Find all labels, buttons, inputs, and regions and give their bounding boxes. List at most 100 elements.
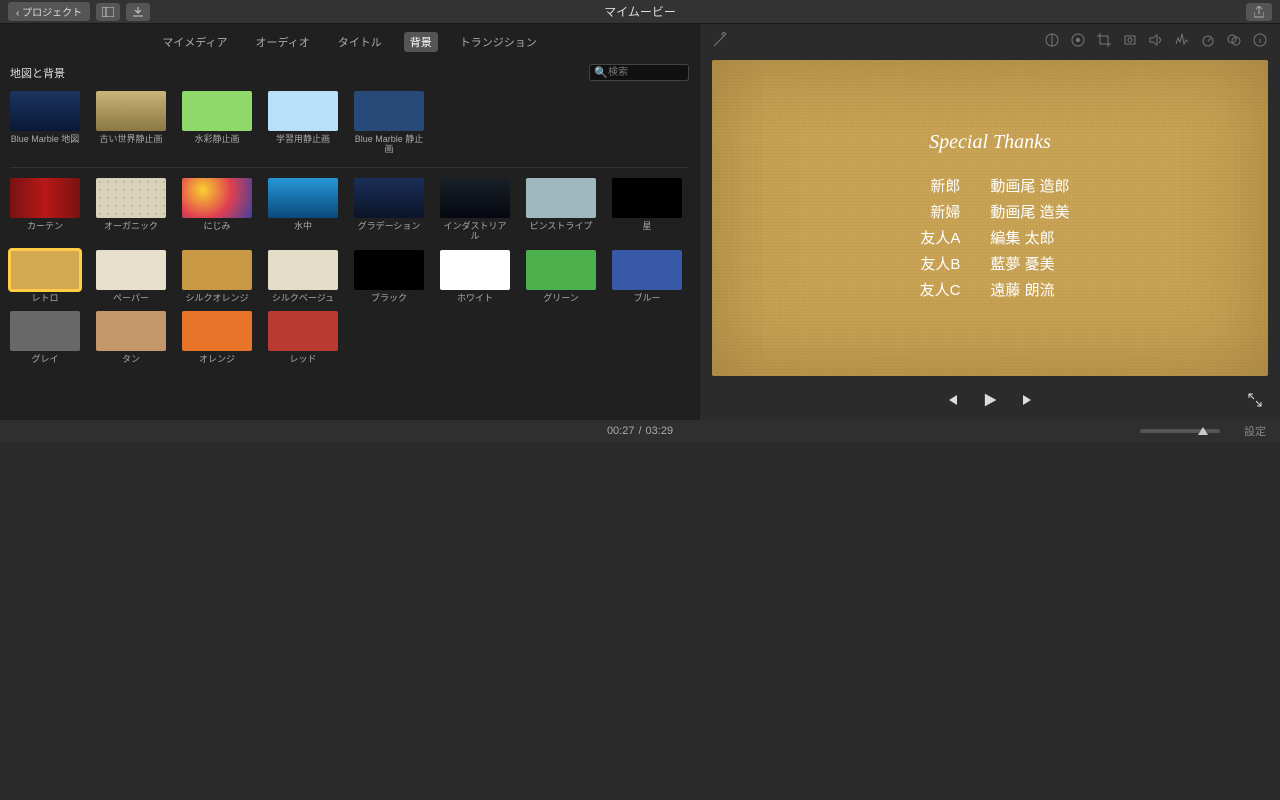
- map-thumb[interactable]: 学習用静止画: [268, 91, 338, 155]
- library-toggle-button[interactable]: [96, 3, 120, 21]
- background-thumb[interactable]: 水中: [268, 178, 338, 242]
- browser-tabs: マイメディアオーディオタイトル背景トランジション: [0, 24, 699, 60]
- background-thumb[interactable]: ホワイト: [440, 250, 510, 304]
- thumb-label: ピンストライプ: [526, 222, 596, 232]
- background-thumb[interactable]: グレイ: [10, 311, 80, 365]
- fullscreen-button[interactable]: [1248, 393, 1262, 407]
- map-thumb[interactable]: 古い世界静止画: [96, 91, 166, 155]
- thumb-label: 星: [612, 222, 682, 232]
- background-thumb[interactable]: グリーン: [526, 250, 596, 304]
- background-thumb[interactable]: ペーパー: [96, 250, 166, 304]
- background-thumb[interactable]: タン: [96, 311, 166, 365]
- credit-role: 友人C: [910, 279, 960, 300]
- credit-role: 新郎: [910, 175, 960, 196]
- preview-toolbar: [700, 24, 1280, 56]
- tab-トランジション[interactable]: トランジション: [454, 32, 543, 52]
- preview-panel: Special Thanks 新郎動画尾 造郎新婦動画尾 造美友人A編集 太郎友…: [700, 24, 1280, 420]
- import-button[interactable]: [126, 3, 150, 21]
- current-time: 00:27: [607, 425, 635, 437]
- background-thumb[interactable]: カーテン: [10, 178, 80, 242]
- thumb-label: レトロ: [10, 294, 80, 304]
- credits-row: 新郎動画尾 造郎: [910, 175, 1069, 196]
- background-thumb[interactable]: ブルー: [612, 250, 682, 304]
- map-thumb[interactable]: 水彩静止画: [182, 91, 252, 155]
- thumb-label: グラデーション: [354, 222, 424, 232]
- share-button[interactable]: [1246, 3, 1272, 21]
- color-wheel-icon[interactable]: [1070, 32, 1086, 48]
- credit-role: 友人A: [910, 227, 960, 248]
- maps-section: Blue Marble 地図 古い世界静止画 水彩静止画 学習用静止画 Blue Mar…: [10, 91, 689, 168]
- back-button[interactable]: ‹ プロジェクト: [8, 2, 90, 21]
- background-thumb[interactable]: シルクベージュ: [268, 250, 338, 304]
- map-thumb[interactable]: Blue Marble 地図: [10, 91, 80, 155]
- background-thumb[interactable]: レトロ: [10, 250, 80, 304]
- credits-row: 友人C 遠藤 朗流: [910, 279, 1069, 300]
- prev-button[interactable]: [945, 393, 959, 407]
- total-time: 03:29: [646, 425, 674, 437]
- backgrounds-section: カーテン オーガニックにじみ 水中 グラデーション インダストリアル ピンストライプ 星レト…: [10, 178, 689, 378]
- thumb-label: オレンジ: [182, 355, 252, 365]
- credit-name: 遠藤 朗流: [990, 279, 1054, 300]
- noise-reduction-icon[interactable]: [1174, 32, 1190, 48]
- thumb-label: インダストリアル: [440, 222, 510, 242]
- magic-wand-icon[interactable]: [712, 32, 728, 48]
- info-icon[interactable]: [1252, 32, 1268, 48]
- zoom-slider[interactable]: [1140, 429, 1220, 433]
- preview-viewport[interactable]: Special Thanks 新郎動画尾 造郎新婦動画尾 造美友人A編集 太郎友…: [712, 60, 1268, 376]
- volume-icon[interactable]: [1148, 32, 1164, 48]
- back-label: プロジェクト: [22, 8, 82, 19]
- credit-name: 藍夢 憂美: [990, 253, 1054, 274]
- thumb-label: シルクベージュ: [268, 294, 338, 304]
- credits-row: 新婦 動画尾 造美: [910, 201, 1069, 222]
- thumb-label: 水彩静止画: [182, 135, 252, 145]
- time-display: 00:27 / 03:29 設定: [0, 420, 1280, 442]
- media-browser: マイメディアオーディオタイトル背景トランジション 地図と背景 🔍 Blue Ma…: [0, 24, 700, 420]
- credit-name: 編集 太郎: [990, 227, 1054, 248]
- color-balance-icon[interactable]: [1044, 32, 1060, 48]
- thumb-label: グリーン: [526, 294, 596, 304]
- thumb-label: レッド: [268, 355, 338, 365]
- thumb-label: にじみ: [182, 222, 252, 232]
- credit-name: 動画尾 造美: [990, 201, 1069, 222]
- tab-オーディオ[interactable]: オーディオ: [250, 32, 316, 52]
- tab-背景[interactable]: 背景: [404, 32, 438, 52]
- thumb-label: Blue Marble 静止画: [354, 135, 424, 155]
- section-title: 地図と背景: [10, 65, 65, 81]
- thumb-label: シルクオレンジ: [182, 294, 252, 304]
- thumb-label: カーテン: [10, 222, 80, 232]
- thumb-label: ブラック: [354, 294, 424, 304]
- background-thumb[interactable]: レッド: [268, 311, 338, 365]
- background-thumb[interactable]: ピンストライプ: [526, 178, 596, 242]
- speed-icon[interactable]: [1200, 32, 1216, 48]
- stabilize-icon[interactable]: [1122, 32, 1138, 48]
- next-button[interactable]: [1021, 393, 1035, 407]
- thumb-label: 学習用静止画: [268, 135, 338, 145]
- background-thumb[interactable]: グラデーション: [354, 178, 424, 242]
- credits-row: 友人B藍夢 憂美: [910, 253, 1069, 274]
- tab-マイメディア[interactable]: マイメディア: [156, 32, 233, 52]
- background-thumb[interactable]: オレンジ: [182, 311, 252, 365]
- background-thumb[interactable]: オーガニック: [96, 178, 166, 242]
- thumb-label: ペーパー: [96, 294, 166, 304]
- play-button[interactable]: [981, 391, 999, 409]
- settings-button[interactable]: 設定: [1244, 423, 1266, 439]
- background-thumb[interactable]: インダストリアル: [440, 178, 510, 242]
- background-thumb[interactable]: 星: [612, 178, 682, 242]
- thumb-label: ブルー: [612, 294, 682, 304]
- map-thumb[interactable]: Blue Marble 静止画: [354, 91, 424, 155]
- background-thumb[interactable]: にじみ: [182, 178, 252, 242]
- thumb-label: ホワイト: [440, 294, 510, 304]
- thumb-label: タン: [96, 355, 166, 365]
- filter-icon[interactable]: [1226, 32, 1242, 48]
- tab-タイトル[interactable]: タイトル: [332, 32, 388, 52]
- playback-controls: [700, 380, 1280, 420]
- thumb-label: 古い世界静止画: [96, 135, 166, 145]
- thumb-label: Blue Marble 地図: [10, 135, 80, 145]
- project-title: マイムービー: [604, 3, 676, 20]
- crop-icon[interactable]: [1096, 32, 1112, 48]
- background-thumb[interactable]: シルクオレンジ: [182, 250, 252, 304]
- credit-role: 新婦: [910, 201, 960, 222]
- background-thumb[interactable]: ブラック: [354, 250, 424, 304]
- titlebar: ‹ プロジェクト マイムービー: [0, 0, 1280, 24]
- thumb-label: 水中: [268, 222, 338, 232]
